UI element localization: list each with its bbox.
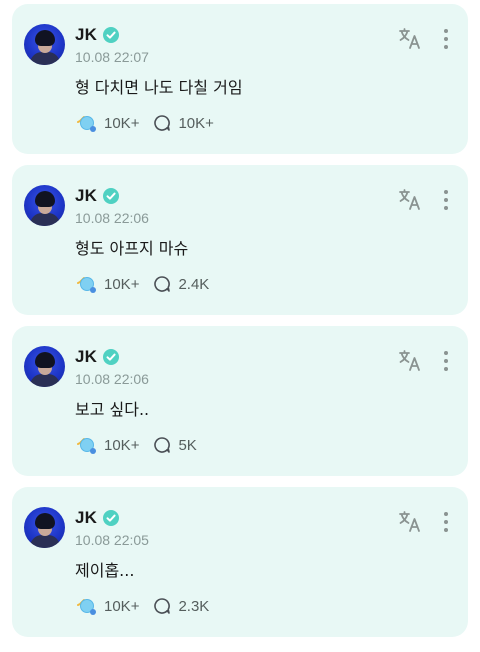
post-actions: 10K+ 2.4K: [75, 273, 223, 295]
verified-badge-icon: [103, 27, 120, 43]
more-options-icon[interactable]: [442, 511, 450, 533]
translate-icon[interactable]: [398, 28, 422, 50]
post-time: 10.08 22:07: [75, 49, 149, 65]
verified-badge-icon: [103, 188, 120, 204]
more-options-icon[interactable]: [442, 189, 450, 211]
verified-badge-icon: [103, 510, 120, 526]
comment-icon[interactable]: [153, 436, 171, 454]
verified-badge-icon: [103, 349, 120, 365]
post-actions: 10K+ 2.3K: [75, 595, 223, 617]
author-row: JK: [75, 507, 120, 529]
translate-icon[interactable]: [398, 350, 422, 372]
avatar[interactable]: [24, 507, 65, 548]
reaction-icon[interactable]: [75, 273, 97, 295]
comment-count: 10K+: [178, 114, 214, 132]
author-name[interactable]: JK: [75, 508, 97, 528]
more-options-icon[interactable]: [442, 28, 450, 50]
post-time: 10.08 22:06: [75, 371, 149, 387]
reaction-count: 10K+: [104, 436, 140, 454]
post-actions: 10K+ 10K+: [75, 112, 228, 134]
post-text: 형도 아프지 마슈: [75, 239, 189, 258]
comment-count: 2.4K: [178, 275, 210, 293]
post-text: 보고 싶다..: [75, 400, 150, 419]
avatar[interactable]: [24, 185, 65, 226]
author-row: JK: [75, 24, 120, 46]
post-time: 10.08 22:05: [75, 532, 149, 548]
post-card[interactable]: JK 10.08 22:06 보고 싶다.. 10K+ 5K: [12, 326, 468, 476]
avatar[interactable]: [24, 24, 65, 65]
reaction-icon[interactable]: [75, 112, 97, 134]
avatar[interactable]: [24, 346, 65, 387]
post-card[interactable]: JK 10.08 22:07 형 다치면 나도 다칠 거임 10K+ 10K+: [12, 4, 468, 154]
reaction-count: 10K+: [104, 114, 140, 132]
reaction-icon[interactable]: [75, 595, 97, 617]
reaction-count: 10K+: [104, 275, 140, 293]
post-actions: 10K+ 5K: [75, 434, 211, 456]
comment-count: 2.3K: [178, 597, 210, 615]
translate-icon[interactable]: [398, 189, 422, 211]
reaction-icon[interactable]: [75, 434, 97, 456]
comment-icon[interactable]: [153, 114, 171, 132]
author-name[interactable]: JK: [75, 186, 97, 206]
comment-icon[interactable]: [153, 597, 171, 615]
post-text: 제이홉...: [75, 561, 135, 580]
author-row: JK: [75, 346, 120, 368]
translate-icon[interactable]: [398, 511, 422, 533]
more-options-icon[interactable]: [442, 350, 450, 372]
post-card[interactable]: JK 10.08 22:06 형도 아프지 마슈 10K+ 2.4K: [12, 165, 468, 315]
post-feed: JK 10.08 22:07 형 다치면 나도 다칠 거임 10K+ 10K+: [0, 0, 480, 652]
post-text: 형 다치면 나도 다칠 거임: [75, 78, 243, 97]
author-name[interactable]: JK: [75, 25, 97, 45]
author-name[interactable]: JK: [75, 347, 97, 367]
post-card[interactable]: JK 10.08 22:05 제이홉... 10K+ 2.3K: [12, 487, 468, 637]
reaction-count: 10K+: [104, 597, 140, 615]
author-row: JK: [75, 185, 120, 207]
comment-icon[interactable]: [153, 275, 171, 293]
post-time: 10.08 22:06: [75, 210, 149, 226]
comment-count: 5K: [178, 436, 197, 454]
